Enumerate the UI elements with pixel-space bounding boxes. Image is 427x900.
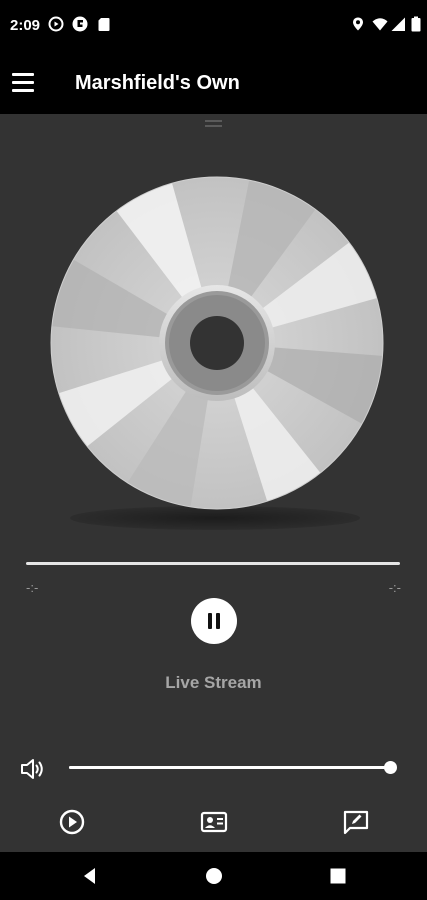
navigation-bar xyxy=(0,852,427,900)
battery-icon xyxy=(411,16,421,32)
app-bar: Marshfield's Own xyxy=(0,52,427,114)
player-panel: -:- -:- Live Stream xyxy=(0,114,427,852)
play-circle-icon xyxy=(48,16,64,32)
drag-handle[interactable] xyxy=(205,120,222,128)
status-time: 2:09 xyxy=(10,17,41,34)
pause-icon xyxy=(208,613,212,629)
elapsed-time: -:- xyxy=(26,580,39,595)
status-bar: 2:09 xyxy=(0,0,427,52)
edit-message-icon[interactable] xyxy=(342,808,370,836)
volume-fill xyxy=(69,766,390,769)
volume-slider[interactable] xyxy=(69,761,397,774)
play-circle-icon[interactable] xyxy=(58,808,86,836)
volume-thumb[interactable] xyxy=(384,761,397,774)
cd-artwork xyxy=(50,176,384,510)
remaining-time: -:- xyxy=(388,580,401,595)
hamburger-menu-icon[interactable] xyxy=(12,69,38,95)
sd-card-icon xyxy=(98,18,110,31)
contact-card-icon[interactable] xyxy=(200,808,228,836)
home-icon[interactable] xyxy=(204,866,224,886)
location-icon xyxy=(353,17,363,31)
pause-button[interactable] xyxy=(191,598,237,644)
flipboard-icon xyxy=(72,16,88,32)
stream-title: Live Stream xyxy=(165,673,262,692)
recents-icon[interactable] xyxy=(328,866,348,886)
app-title: Marshfield's Own xyxy=(75,72,240,94)
wifi-icon xyxy=(372,18,388,31)
speaker-icon[interactable] xyxy=(20,757,46,781)
back-icon[interactable] xyxy=(80,866,100,886)
signal-icon xyxy=(391,17,405,31)
progress-bar[interactable] xyxy=(26,562,400,565)
